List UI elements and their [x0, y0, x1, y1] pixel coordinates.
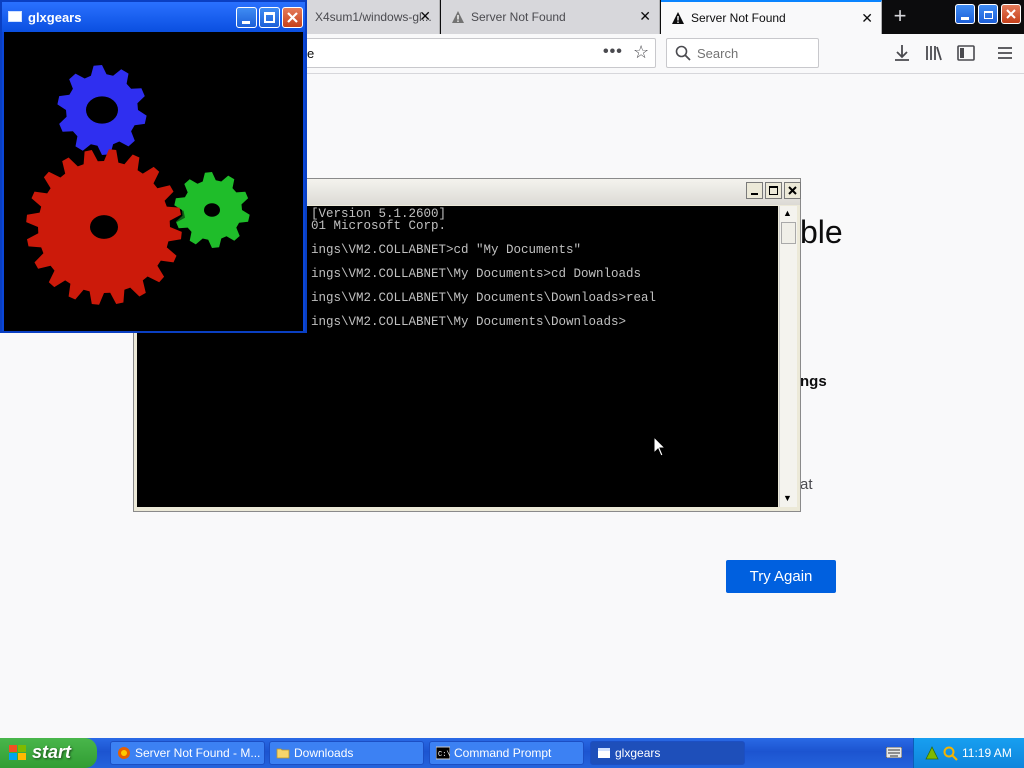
window-title: glxgears	[28, 10, 82, 25]
url-bar[interactable]: e ••• ☆	[290, 38, 656, 68]
taskbar-item-label: Server Not Found - M...	[135, 746, 261, 760]
taskbar-item-downloads[interactable]: Downloads	[269, 741, 424, 765]
glxgears-window[interactable]: glxgears	[0, 0, 307, 333]
gears-image	[26, 65, 254, 308]
taskbar-item-label: glxgears	[615, 746, 661, 760]
console-line: ings\VM2.COLLABNET\My Documents\Download…	[311, 291, 657, 305]
close-button[interactable]	[282, 7, 303, 28]
tab-github[interactable]: X4sum1/windows-gl... ✕	[305, 0, 440, 34]
restore-button[interactable]	[978, 4, 998, 24]
search-input[interactable]: Search	[666, 38, 819, 68]
maximize-button[interactable]	[259, 7, 280, 28]
command-prompt-icon: C:\	[436, 746, 450, 760]
window-app-icon	[8, 11, 22, 22]
url-text: e	[307, 46, 315, 61]
folder-icon	[276, 748, 290, 759]
green-gear	[174, 172, 254, 251]
clock: 11:19 AM	[962, 746, 1012, 760]
system-tray: 11:19 AM	[913, 738, 1024, 768]
tab-close-icon[interactable]: ✕	[639, 9, 651, 23]
search-tray-icon[interactable]	[942, 745, 958, 761]
scroll-down-icon[interactable]: ▼	[783, 493, 792, 503]
close-icon	[287, 12, 298, 23]
start-label: start	[32, 742, 72, 762]
minimize-button[interactable]	[236, 7, 257, 28]
minimize-button[interactable]	[955, 4, 975, 24]
console-line: ings\VM2.COLLABNET\My Documents\Download…	[311, 315, 627, 329]
svg-text:C:\: C:\	[438, 751, 450, 759]
network-icon[interactable]	[924, 745, 940, 761]
download-icon[interactable]	[891, 42, 913, 64]
taskbar-item-label: Command Prompt	[454, 746, 552, 760]
taskbar-item-command-prompt[interactable]: C:\ Command Prompt	[429, 741, 584, 765]
tab-server-not-found-2[interactable]: Server Not Found ✕	[661, 0, 882, 34]
glxgears-titlebar[interactable]: glxgears	[2, 2, 305, 32]
taskbar: start Server Not Found - M... Downloads …	[0, 738, 1024, 768]
blue-gear	[57, 65, 151, 158]
menu-icon[interactable]	[994, 42, 1016, 64]
console-line: ings\VM2.COLLABNET\My Documents>cd Downl…	[311, 267, 642, 281]
window-icon	[598, 748, 610, 758]
windows-logo-icon	[9, 745, 26, 760]
close-icon	[788, 186, 797, 195]
warning-icon	[672, 12, 684, 24]
maximize-button[interactable]	[765, 182, 782, 199]
search-placeholder: Search	[697, 46, 739, 61]
keyboard-icon[interactable]	[886, 747, 902, 758]
error-title: ble	[800, 214, 843, 250]
scroll-up-icon[interactable]: ▲	[783, 208, 792, 218]
close-button[interactable]	[784, 182, 801, 199]
start-button[interactable]: start	[0, 738, 97, 768]
new-tab-icon[interactable]: +	[888, 4, 912, 30]
firefox-icon	[118, 747, 130, 759]
error-description: at	[800, 476, 813, 493]
scroll-thumb[interactable]	[781, 222, 796, 244]
mouse-cursor-icon	[653, 436, 667, 457]
tab-server-not-found-1[interactable]: Server Not Found ✕	[441, 0, 660, 34]
error-heading-text: ngs	[800, 373, 827, 390]
try-again-button[interactable]: Try Again	[726, 560, 836, 593]
close-button[interactable]	[1001, 4, 1021, 24]
bookmark-star-icon[interactable]: ☆	[633, 42, 649, 63]
sidebar-icon[interactable]	[955, 42, 977, 64]
gears-render-canvas	[4, 32, 303, 331]
console-line: ings\VM2.COLLABNET>cd "My Documents"	[311, 243, 582, 257]
close-icon	[1006, 9, 1016, 19]
console-line: 01 Microsoft Corp.	[311, 219, 447, 233]
tab-close-icon[interactable]: ✕	[861, 11, 873, 25]
tab-title: X4sum1/windows-gl...	[315, 10, 432, 24]
warning-icon	[452, 11, 464, 23]
taskbar-item-firefox[interactable]: Server Not Found - M...	[110, 741, 265, 765]
red-gear	[26, 149, 186, 308]
search-icon	[675, 45, 691, 61]
tab-title: Server Not Found	[471, 10, 566, 24]
library-icon[interactable]	[923, 42, 945, 64]
page-actions-icon[interactable]: •••	[603, 43, 623, 61]
taskbar-item-label: Downloads	[294, 746, 354, 760]
tab-title: Server Not Found	[691, 11, 786, 25]
tab-close-icon[interactable]: ✕	[419, 9, 431, 23]
vertical-scrollbar[interactable]: ▲ ▼	[779, 206, 797, 507]
taskbar-item-glxgears[interactable]: glxgears	[590, 741, 745, 765]
minimize-button[interactable]	[746, 182, 763, 199]
